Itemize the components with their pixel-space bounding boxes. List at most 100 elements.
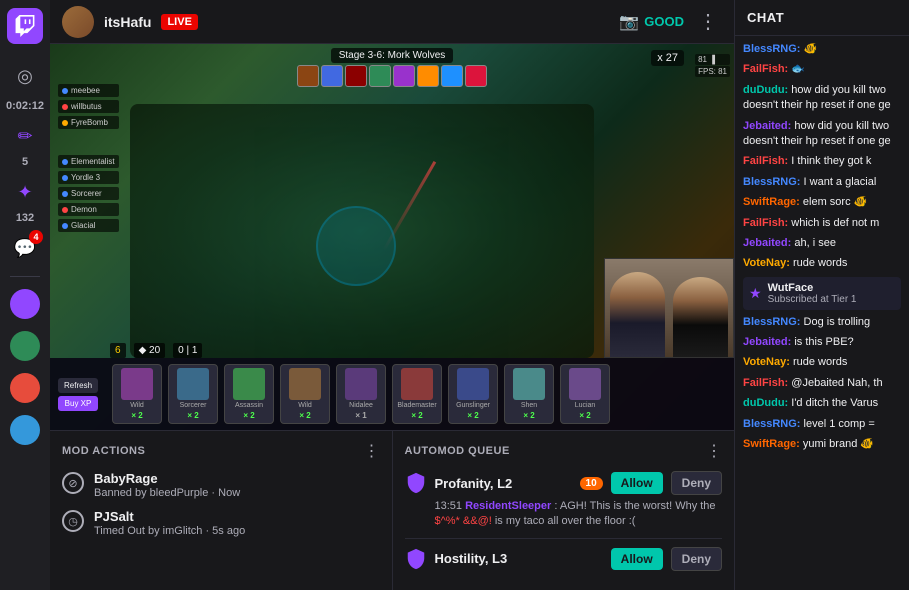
health-bars: 81 ▐ FPS: 81: [695, 54, 730, 77]
bench-cost: × 2: [131, 411, 142, 420]
round-indicator: 6: [110, 343, 126, 358]
twitch-logo[interactable]: [7, 8, 43, 44]
stream-header: itsHafu LIVE 📷 GOOD ⋮: [50, 0, 734, 44]
chat-message: SwiftRage: yumi brand 🐠: [743, 437, 901, 452]
webcam-overlay: [604, 258, 734, 358]
bench-item: Blademaster × 2: [392, 364, 442, 424]
deny-button[interactable]: Deny: [671, 471, 722, 495]
avatar-2[interactable]: [10, 331, 40, 361]
chat-title: CHAT: [735, 0, 909, 36]
chat-text: I want a glacial: [804, 176, 877, 188]
chat-username: BlessRNG:: [743, 418, 800, 430]
bench-name: Nidalee: [349, 402, 373, 409]
action-text: BabyRage Banned by bleedPurple · Now: [94, 471, 240, 499]
sub-star-icon: ★: [749, 285, 762, 302]
bench-name: Assassin: [235, 402, 263, 409]
buy-xp-label: Buy XP: [58, 396, 98, 411]
flagged-text: $^%* &&@!: [435, 515, 492, 527]
avatar-4[interactable]: [10, 415, 40, 445]
banned-user-sub: Banned by bleedPurple · Now: [94, 487, 240, 499]
game-stats-row: 6 ◆ 20 0 | 1: [110, 343, 202, 358]
chat-message: Jebaited: ah, i see: [743, 236, 901, 251]
avatar-1[interactable]: [10, 289, 40, 319]
chat-username: BlessRNG:: [743, 316, 800, 328]
header-more-button[interactable]: ⋮: [694, 9, 722, 34]
timestamp: 13:51: [435, 500, 466, 512]
player-dot: [62, 159, 68, 165]
bench-cost: × 2: [523, 411, 534, 420]
player-row: Sorcerer: [58, 187, 119, 200]
chat-message: duDudu: how did you kill two doesn't the…: [743, 83, 901, 114]
allow-button[interactable]: Allow: [611, 548, 663, 570]
player-dot: [62, 120, 68, 126]
mod-actions-panel: MOD ACTIONS ⋮ ⊘ BabyRage Banned by bleed…: [50, 431, 393, 590]
bench-icon: [401, 368, 433, 400]
player-row: Demon: [58, 203, 119, 216]
bench-name: Gunslinger: [456, 402, 490, 409]
bench-icon: [457, 368, 489, 400]
chat-message: FailFish: @Jebaited Nah, th: [743, 376, 901, 391]
streamer-avatar: [62, 6, 94, 38]
chat-message: VoteNay: rude words: [743, 256, 901, 271]
chat-badge: 4: [29, 230, 43, 244]
record-indicator: 0 | 1: [173, 343, 202, 358]
mod-actions-header: MOD ACTIONS ⋮: [62, 441, 380, 461]
bench-cost: × 2: [299, 411, 310, 420]
bench-name: Sorcerer: [180, 402, 207, 409]
chat-text: rude words: [793, 356, 847, 368]
message-text-1: : AGH! This is the worst! Why the: [554, 500, 715, 512]
bench-cost: × 2: [411, 411, 422, 420]
sidebar-number-132: 132: [16, 212, 34, 224]
bench-name: Lucian: [575, 402, 596, 409]
mod-actions-more[interactable]: ⋮: [364, 441, 380, 461]
video-background: Stage 3-6: Mork Wolves x 27 81 ▐: [50, 44, 734, 430]
chat-text: rude words: [793, 257, 847, 269]
player-row: FyreBomb: [58, 116, 119, 129]
chat-text: I think they got k: [791, 155, 871, 167]
avatar-3[interactable]: [10, 373, 40, 403]
mod-actions-title: MOD ACTIONS: [62, 445, 145, 457]
bench-name: Blademaster: [397, 402, 436, 409]
bench-cost: × 2: [243, 411, 254, 420]
headset-icon[interactable]: ◎: [5, 56, 45, 96]
chat-icon[interactable]: 💬 4: [5, 228, 45, 268]
player-dot: [62, 175, 68, 181]
allow-button[interactable]: Allow: [611, 472, 663, 494]
chat-username: FailFish:: [743, 377, 788, 389]
quality-indicator: 📷 GOOD: [619, 12, 684, 32]
player-dot: [62, 207, 68, 213]
chat-message: BlessRNG: I want a glacial: [743, 175, 901, 190]
bench-bar: Refresh Buy XP Wild × 2 Sorcerer × 2: [50, 358, 734, 430]
bench-item: Shen × 2: [504, 364, 554, 424]
action-text: PJSalt Timed Out by imGlitch · 5s ago: [94, 509, 245, 537]
timedout-user-name: PJSalt: [94, 509, 245, 524]
player-dot: [62, 104, 68, 110]
player-dot: [62, 88, 68, 94]
bench-cost: × 2: [579, 411, 590, 420]
bench-cost: × 2: [187, 411, 198, 420]
bench-icon: [513, 368, 545, 400]
message-username: ResidentSleeper: [465, 500, 551, 512]
sub-info: WutFace Subscribed at Tier 1: [768, 282, 857, 305]
quality-label: GOOD: [644, 14, 684, 29]
main-content: itsHafu LIVE 📷 GOOD ⋮ Stage 3-6: Mork Wo…: [50, 0, 734, 590]
camera-icon: 📷: [619, 12, 639, 32]
chat-message: BlessRNG: level 1 comp =: [743, 417, 901, 432]
player-row: Elementalist: [58, 155, 119, 168]
star-icon[interactable]: ✦: [5, 172, 45, 212]
player-dot: [62, 223, 68, 229]
chat-message: BlessRNG: 🐠: [743, 42, 901, 57]
chat-username: BlessRNG:: [743, 43, 800, 55]
automod-more[interactable]: ⋮: [706, 441, 722, 461]
automod-item-header: Profanity, L2 10 Allow Deny: [405, 471, 723, 495]
hp-item: 81 ▐: [695, 54, 730, 65]
bench-name: Shen: [521, 402, 537, 409]
pen-icon[interactable]: ✏: [5, 116, 45, 156]
automod-item-1: Profanity, L2 10 Allow Deny 13:51 Reside…: [405, 471, 723, 530]
bench-item: Lucian × 2: [560, 364, 610, 424]
deny-button[interactable]: Deny: [671, 547, 722, 571]
mod-action-item: ◷ PJSalt Timed Out by imGlitch · 5s ago: [62, 509, 380, 537]
stage-label: Stage 3-6: Mork Wolves: [331, 48, 454, 63]
live-badge: LIVE: [161, 14, 197, 30]
chat-username: Jebaited:: [743, 336, 791, 348]
